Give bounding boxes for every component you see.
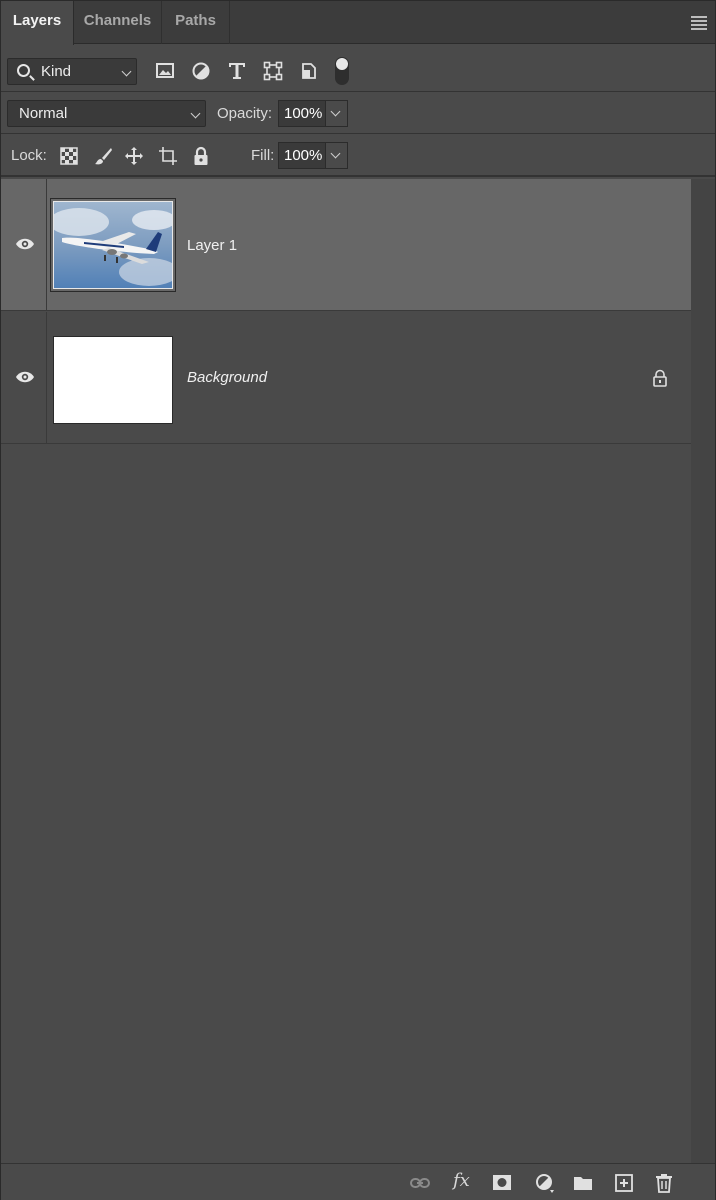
lock-position-icon[interactable]	[124, 146, 144, 166]
toggle-knob	[336, 58, 348, 70]
visibility-toggle[interactable]	[1, 179, 47, 310]
group-folder-icon[interactable]	[572, 1172, 594, 1194]
fill-label: Fill:	[251, 147, 275, 164]
blend-mode-select[interactable]: Normal	[7, 100, 206, 127]
smart-object-filter-icon[interactable]	[299, 61, 319, 81]
lock-artboard-icon[interactable]	[158, 146, 178, 166]
opacity-input[interactable]: 100%	[278, 100, 326, 127]
filter-row: Kind	[1, 45, 715, 92]
tab-layers[interactable]: Layers	[1, 1, 74, 45]
tab-bar: Layers Channels Paths	[1, 1, 715, 45]
tab-channels[interactable]: Channels	[74, 1, 162, 44]
adjustment-filter-icon[interactable]	[191, 61, 211, 81]
lock-transparent-icon[interactable]	[59, 146, 79, 166]
fx-icon[interactable]: fx	[453, 1170, 470, 1191]
new-layer-icon[interactable]	[613, 1172, 635, 1194]
mask-icon[interactable]	[491, 1172, 513, 1194]
fill-input[interactable]: 100%	[278, 142, 326, 169]
layer-thumbnail-white	[53, 336, 173, 424]
layer-row-layer-1[interactable]: Layer 1	[1, 179, 691, 311]
bottom-toolbar: fx	[1, 1163, 715, 1200]
lock-label: Lock:	[11, 147, 47, 164]
layer-thumbnail-airplane	[50, 198, 176, 292]
search-icon	[17, 64, 30, 77]
chevron-down-icon	[330, 148, 341, 159]
eye-icon	[16, 238, 34, 250]
scrollbar[interactable]	[691, 179, 715, 1163]
kind-label: Kind	[41, 63, 72, 80]
panel-menu-icon[interactable]	[691, 16, 707, 30]
image-filter-icon[interactable]	[155, 61, 175, 81]
tab-paths[interactable]: Paths	[162, 1, 230, 44]
layer-name[interactable]: Background	[187, 369, 267, 386]
shape-filter-icon[interactable]	[263, 61, 283, 81]
layers-panel: Layers Channels Paths Kind Normal Opacit…	[0, 0, 716, 1200]
chevron-down-icon	[121, 66, 132, 77]
type-filter-icon[interactable]	[227, 61, 247, 81]
blend-mode-value: Normal	[19, 105, 68, 122]
layer-row-background[interactable]: Background	[1, 312, 691, 444]
lock-image-icon[interactable]	[93, 146, 113, 166]
eye-icon	[16, 371, 34, 383]
link-icon[interactable]	[409, 1172, 431, 1194]
filter-toggle[interactable]	[335, 57, 349, 85]
layer-name[interactable]: Layer 1	[187, 237, 237, 254]
blend-row: Normal Opacity: 100%	[1, 93, 715, 134]
visibility-toggle[interactable]	[1, 312, 47, 443]
fill-dropdown[interactable]	[326, 142, 348, 169]
lock-all-icon[interactable]	[191, 146, 211, 166]
lock-icon[interactable]	[651, 369, 669, 387]
opacity-dropdown[interactable]	[326, 100, 348, 127]
chevron-down-icon	[190, 108, 201, 119]
chevron-down-icon	[330, 106, 341, 117]
kind-filter-select[interactable]: Kind	[7, 58, 137, 85]
adjustment-icon[interactable]	[534, 1172, 556, 1194]
opacity-label: Opacity:	[217, 105, 273, 122]
trash-icon[interactable]	[653, 1172, 675, 1194]
